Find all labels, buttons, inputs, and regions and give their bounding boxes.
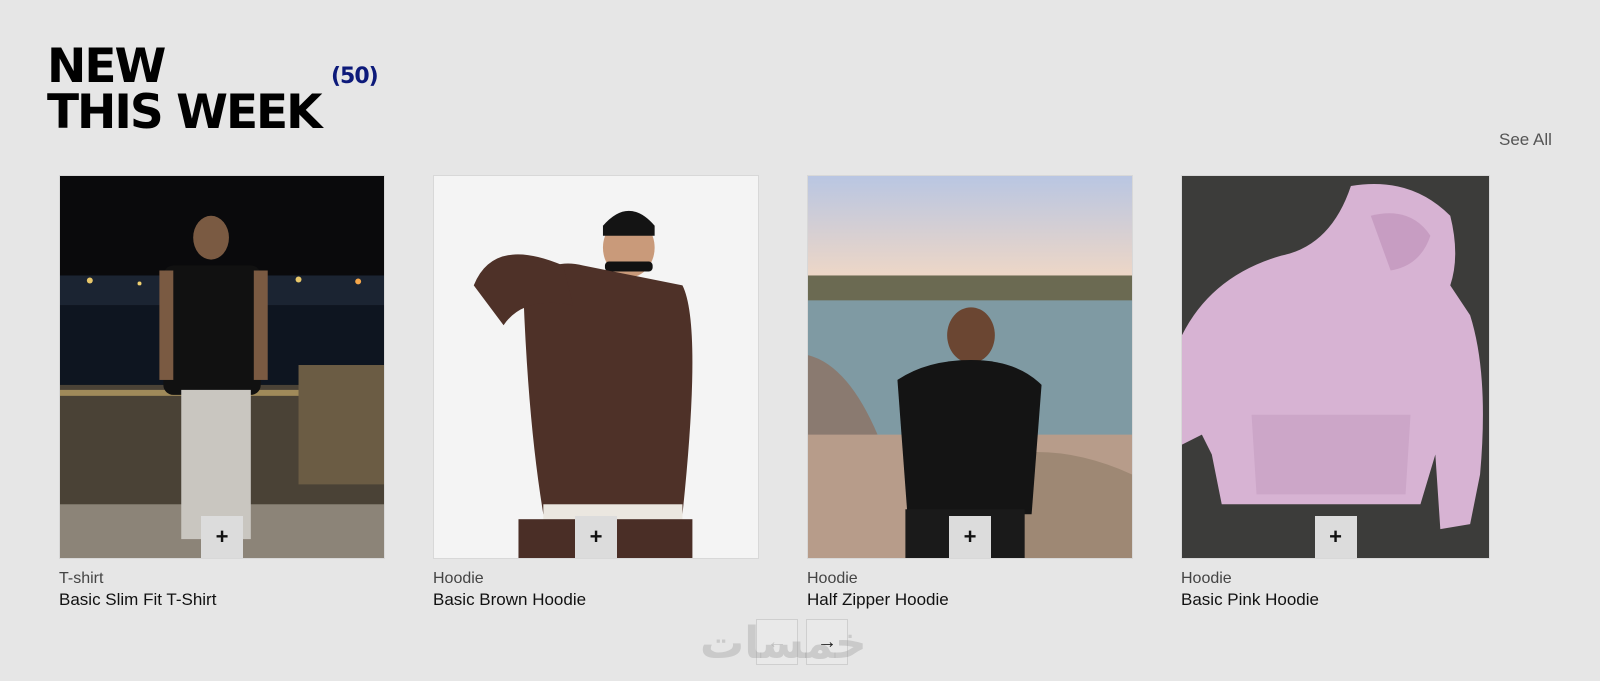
add-to-cart-button[interactable]: + — [1314, 516, 1357, 558]
carousel-next-button[interactable]: → — [806, 619, 848, 665]
product-category: T-shirt — [59, 570, 104, 587]
see-all-link[interactable]: See All — [1499, 130, 1552, 150]
product-count-badge: (50) — [331, 64, 379, 89]
arrow-right-icon: → — [817, 630, 837, 653]
product-name[interactable]: Basic Pink Hoodie — [1181, 589, 1490, 611]
section-title-line-2: THIS WEEK — [47, 85, 323, 140]
product-image[interactable]: + — [433, 175, 759, 559]
product-name[interactable]: Half Zipper Hoodie — [807, 589, 1133, 611]
product-category: Hoodie — [1181, 570, 1232, 587]
product-category: Hoodie — [807, 570, 858, 587]
add-to-cart-button[interactable]: + — [575, 516, 617, 558]
product-name[interactable]: Basic Brown Hoodie — [433, 589, 759, 611]
product-card[interactable]: + Hoodie Basic Brown Hoodie — [433, 175, 759, 611]
product-image[interactable]: + — [1181, 175, 1490, 559]
product-image[interactable]: + — [59, 175, 385, 559]
product-card[interactable]: + Hoodie Half Zipper Hoodie — [807, 175, 1133, 611]
section-title: NEW THIS WEEK — [47, 39, 323, 140]
carousel-prev-button[interactable]: ← — [756, 619, 798, 665]
product-card[interactable]: + T-shirt Basic Slim Fit T-Shirt — [59, 175, 385, 611]
arrow-left-icon: ← — [767, 630, 787, 653]
product-card[interactable]: + Hoodie Basic Pink Hoodie — [1181, 175, 1490, 611]
product-image[interactable]: + — [807, 175, 1133, 559]
add-to-cart-button[interactable]: + — [201, 516, 243, 558]
product-name[interactable]: Basic Slim Fit T-Shirt — [59, 589, 385, 611]
section-title-line-1: NEW — [47, 39, 166, 94]
product-category: Hoodie — [433, 570, 484, 587]
add-to-cart-button[interactable]: + — [949, 516, 991, 558]
